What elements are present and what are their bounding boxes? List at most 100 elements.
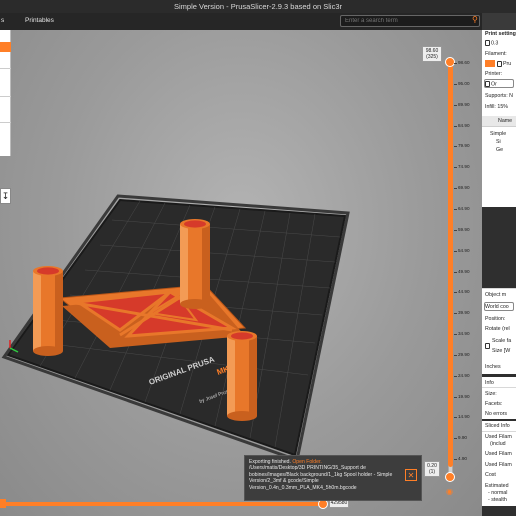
scene-canvas: ORIGINAL PRUSA MK4 by Josef Prusa: [1, 194, 350, 462]
sliced-info-title: Sliced Info: [485, 423, 510, 429]
coordinates-value: World coo: [485, 304, 509, 310]
export-notification: Exporting finished. Open Folder. /Users/…: [244, 455, 422, 501]
layer-tick-mark: [454, 250, 457, 252]
3d-preview-viewport[interactable]: ORIGINAL PRUSA MK4 by Josef Prusa: [0, 30, 482, 516]
layer-tick-mark: [454, 396, 457, 398]
layer-tick-label: 14.90: [458, 414, 470, 420]
supports-label[interactable]: Supports: N: [485, 93, 513, 99]
layer-tick-mark: [454, 146, 457, 148]
open-folder-link[interactable]: Open Folder.: [292, 459, 321, 465]
rotate-label: Rotate (rel: [485, 326, 510, 332]
move-slider-track[interactable]: [0, 502, 320, 506]
search-icon[interactable]: ⚲: [472, 15, 478, 24]
column-name[interactable]: Name: [498, 118, 512, 124]
layer-tick-label: 84.90: [458, 122, 470, 128]
notification-path: /Users/matis/Desktop/3D PRINTING/35_Supp…: [249, 465, 393, 491]
layer-tick-mark: [454, 271, 457, 273]
tab-printables[interactable]: Printables: [25, 17, 54, 24]
layer-tick-mark: [454, 459, 457, 461]
layer-bottom-index: (1): [428, 469, 436, 475]
layer-tick-label: 79.90: [458, 143, 470, 149]
inches-checkbox[interactable]: Inches: [485, 364, 501, 370]
print-lock-icon: [485, 40, 490, 46]
tree-item[interactable]: Si: [496, 139, 501, 145]
scale-label: Scale fa: [492, 338, 512, 344]
layer-tick-label: 89.90: [458, 101, 470, 107]
divider: [482, 387, 516, 388]
layer-tick-label: 4.90: [458, 456, 467, 462]
size-label: Size [W: [492, 348, 511, 354]
layer-tick-label: 59.90: [458, 226, 470, 232]
infill-row[interactable]: Infill: 15%: [485, 104, 508, 110]
left-sidebar-selected-row[interactable]: [0, 42, 11, 52]
layer-slider-bottom-label: 0.20 (1): [424, 461, 440, 477]
layer-tick-label: 44.90: [458, 289, 470, 295]
layer-tick-label: 49.90: [458, 268, 470, 274]
used-filament-2: Used Filam: [485, 451, 512, 457]
layer-tick-mark: [454, 375, 457, 377]
layer-tick-mark: [454, 188, 457, 190]
printer-label: Printer:: [485, 71, 503, 77]
left-sidebar-panel: [0, 30, 11, 156]
divider: [0, 68, 11, 69]
cost-label: Cost: [485, 472, 496, 478]
search-input[interactable]: [340, 15, 480, 27]
info-title: Info: [485, 380, 494, 386]
tree-root[interactable]: Simple: [490, 131, 506, 137]
layer-tick-mark: [454, 292, 457, 294]
tree-item[interactable]: Ge: [496, 147, 503, 153]
notification-status: Exporting finished.: [249, 459, 291, 465]
app-window: Simple Version - PrusaSlicer-2.9.3 based…: [0, 0, 516, 516]
estimated-normal: - normal: [488, 490, 508, 496]
layer-tick-label: 24.90: [458, 372, 470, 378]
divider: [0, 96, 11, 97]
layer-tick-mark: [454, 334, 457, 336]
layer-slider-range: [448, 62, 453, 467]
layer-slider-upper-thumb[interactable]: [445, 57, 455, 67]
layer-tick-mark: [454, 208, 457, 210]
filament-label: Filament:: [485, 51, 507, 57]
layer-tick-mark: [454, 313, 457, 315]
layer-tick-label: 74.90: [458, 164, 470, 170]
divider: [482, 431, 516, 432]
layer-tick-mark: [454, 229, 457, 231]
filament-lock-icon: [497, 60, 502, 67]
filament-combo[interactable]: Pru: [485, 60, 511, 67]
layer-tick-label: 29.90: [458, 351, 470, 357]
layer-tick-label: 39.90: [458, 310, 470, 316]
print-settings-value[interactable]: 0.3: [485, 40, 498, 46]
filament-color-swatch[interactable]: [485, 60, 495, 67]
printer-value: Or: [485, 81, 497, 87]
info-errors: No errors: [485, 411, 508, 417]
used-filament-1b: (includ: [490, 441, 506, 447]
layer-tick-mark: [454, 438, 457, 440]
estimated-label: Estimated: [485, 483, 509, 489]
layer-tick-label: 64.90: [458, 205, 470, 211]
export-arrow-icon[interactable]: ↧: [0, 188, 11, 204]
close-notification-icon[interactable]: ✕: [405, 469, 417, 481]
window-title: Simple Version - PrusaSlicer-2.9.3 based…: [174, 2, 342, 11]
layer-tick-mark: [454, 83, 457, 85]
bottom-strip: [482, 506, 516, 516]
layer-tick-mark: [454, 417, 457, 419]
tab-preview-partial[interactable]: s: [1, 17, 4, 24]
scale-lock-icon[interactable]: [485, 343, 491, 349]
section-gap: [482, 374, 516, 377]
info-size-label: Size:: [485, 391, 497, 397]
layer-tick-label: 98.60: [458, 60, 470, 65]
lock-icon[interactable]: ◉: [446, 487, 453, 496]
object-manipulation-title: Object m: [485, 292, 507, 298]
layer-tick-label: 54.90: [458, 247, 470, 253]
layer-slider-lower-thumb[interactable]: [445, 472, 455, 482]
divider: [0, 122, 11, 123]
layer-tick-label: 95.00: [458, 80, 470, 86]
print-settings-label: Print setting: [485, 31, 516, 37]
right-sidebar: Print setting 0.3 Filament: Pru Printer:…: [482, 30, 516, 516]
layer-tick-mark: [454, 167, 457, 169]
position-label: Position:: [485, 316, 506, 322]
layer-tick-label: 9.90: [458, 435, 467, 441]
object-list-gap: [482, 207, 516, 288]
layer-tick-label: 69.90: [458, 185, 470, 191]
window-title-bar: Simple Version - PrusaSlicer-2.9.3 based…: [0, 0, 516, 13]
layer-top-index: (325): [426, 54, 438, 60]
